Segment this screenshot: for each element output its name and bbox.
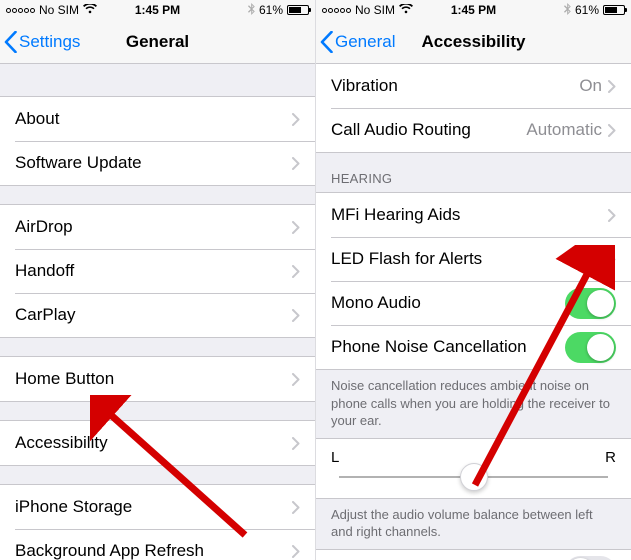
phone-noise-cancellation-switch[interactable] <box>565 332 616 363</box>
chevron-right-icon <box>292 545 300 558</box>
handoff-row[interactable]: Handoff <box>0 249 315 293</box>
home-button-row[interactable]: Home Button <box>0 357 315 401</box>
cell-label: Phone Noise Cancellation <box>331 337 565 357</box>
cell-label: AirDrop <box>15 217 292 237</box>
cell-label: Accessibility <box>15 433 292 453</box>
cell-label: iPhone Storage <box>15 497 292 517</box>
status-bar: No SIM 1:45 PM 61% <box>0 0 315 20</box>
chevron-right-icon <box>608 124 616 137</box>
cell-label: Software Update <box>15 153 292 173</box>
cell-label: Background App Refresh <box>15 541 292 560</box>
accessibility-screen: No SIM 1:45 PM 61% General Accessibility <box>315 0 631 560</box>
hearing-aid-compatibility-row[interactable]: Hearing Aid Compatibility <box>316 550 631 560</box>
chevron-right-icon <box>292 373 300 386</box>
signal-icon <box>322 8 351 13</box>
slider-thumb[interactable] <box>460 463 488 491</box>
cell-value: Off <box>580 249 602 269</box>
cell-value: On <box>579 76 602 96</box>
cell-label: Home Button <box>15 369 292 389</box>
airdrop-row[interactable]: AirDrop <box>0 205 315 249</box>
chevron-left-icon <box>320 31 333 53</box>
back-button[interactable]: Settings <box>0 31 80 53</box>
status-bar: No SIM 1:45 PM 61% <box>316 0 631 20</box>
chevron-right-icon <box>292 265 300 278</box>
accessibility-row[interactable]: Accessibility <box>0 421 315 465</box>
chevron-right-icon <box>608 209 616 222</box>
wifi-icon <box>83 4 97 17</box>
clock: 1:45 PM <box>135 3 180 17</box>
balance-slider[interactable] <box>339 476 608 478</box>
cell-label: MFi Hearing Aids <box>331 205 608 225</box>
chevron-right-icon <box>292 501 300 514</box>
section-header-hearing: HEARING <box>316 153 631 192</box>
back-label: General <box>335 32 395 52</box>
balance-left-label: L <box>331 449 339 466</box>
wifi-icon <box>399 4 413 17</box>
battery-pct: 61% <box>575 3 599 17</box>
carrier-label: No SIM <box>39 3 79 17</box>
chevron-right-icon <box>292 157 300 170</box>
cell-label: LED Flash for Alerts <box>331 249 580 269</box>
mono-audio-switch[interactable] <box>565 288 616 319</box>
bluetooth-icon <box>564 3 571 18</box>
cell-label: CarPlay <box>15 305 292 325</box>
clock: 1:45 PM <box>451 3 496 17</box>
back-button[interactable]: General <box>316 31 395 53</box>
chevron-right-icon <box>292 113 300 126</box>
chevron-right-icon <box>292 437 300 450</box>
balance-slider-row: L R <box>316 438 631 499</box>
chevron-right-icon <box>292 309 300 322</box>
cell-value: Automatic <box>526 120 602 140</box>
call-audio-routing-row[interactable]: Call Audio RoutingAutomatic <box>316 108 631 152</box>
vibration-row[interactable]: VibrationOn <box>316 64 631 108</box>
battery-pct: 61% <box>259 3 283 17</box>
cell-label: Mono Audio <box>331 293 565 313</box>
mono-audio-row[interactable]: Mono Audio <box>316 281 631 325</box>
signal-icon <box>6 8 35 13</box>
general-settings-screen: No SIM 1:45 PM 61% Settings General <box>0 0 315 560</box>
software-update-row[interactable]: Software Update <box>0 141 315 185</box>
cell-label: Call Audio Routing <box>331 120 526 140</box>
carplay-row[interactable]: CarPlay <box>0 293 315 337</box>
about-row[interactable]: About <box>0 97 315 141</box>
balance-right-label: R <box>605 449 616 466</box>
chevron-right-icon <box>608 80 616 93</box>
carrier-label: No SIM <box>355 3 395 17</box>
hearing-aid-compatibility-switch[interactable] <box>565 556 616 560</box>
mfi-hearing-aids-row[interactable]: MFi Hearing Aids <box>316 193 631 237</box>
battery-icon <box>287 5 309 15</box>
section-footer: Noise cancellation reduces ambient noise… <box>316 370 631 438</box>
background-app-refresh-row[interactable]: Background App Refresh <box>0 529 315 560</box>
cell-label: About <box>15 109 292 129</box>
cell-label: Handoff <box>15 261 292 281</box>
chevron-right-icon <box>608 253 616 266</box>
back-label: Settings <box>19 32 80 52</box>
chevron-left-icon <box>4 31 17 53</box>
phone-noise-cancellation-row[interactable]: Phone Noise Cancellation <box>316 325 631 369</box>
cell-label: Vibration <box>331 76 579 96</box>
battery-icon <box>603 5 625 15</box>
chevron-right-icon <box>292 221 300 234</box>
navbar: General Accessibility <box>316 20 631 64</box>
led-flash-for-alerts-row[interactable]: LED Flash for AlertsOff <box>316 237 631 281</box>
navbar: Settings General <box>0 20 315 64</box>
iphone-storage-row[interactable]: iPhone Storage <box>0 485 315 529</box>
bluetooth-icon <box>248 3 255 18</box>
section-footer: Adjust the audio volume balance between … <box>316 499 631 549</box>
